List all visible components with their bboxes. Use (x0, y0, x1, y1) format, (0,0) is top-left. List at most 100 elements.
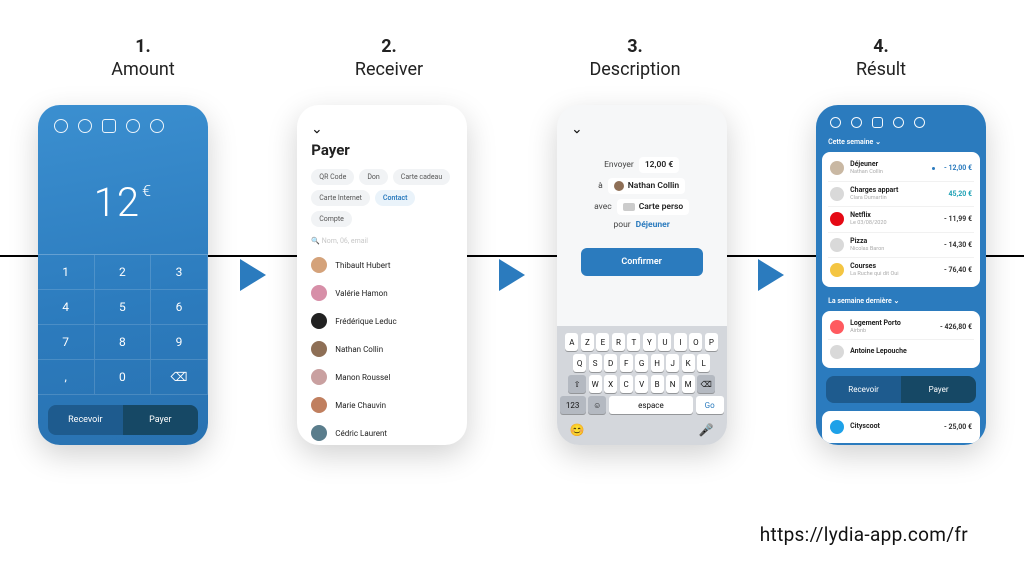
chip-carte-internet[interactable]: Carte Internet (311, 190, 370, 206)
key-E[interactable]: E (596, 333, 609, 351)
chevron-down-icon[interactable]: ⌄ (875, 138, 881, 146)
key-8[interactable]: 8 (95, 325, 152, 360)
key-U[interactable]: U (658, 333, 671, 351)
value-description[interactable]: Déjeuner (636, 220, 670, 230)
pay-button[interactable]: Payer (123, 405, 198, 435)
mic-icon[interactable]: 🎤 (699, 423, 714, 437)
key-⌫[interactable]: ⌫ (151, 360, 208, 395)
nav-icon-2[interactable] (78, 119, 92, 133)
avatar-icon (311, 285, 327, 301)
contact-item[interactable]: Cédric Laurent (311, 419, 453, 445)
pay-button[interactable]: Payer (901, 376, 976, 403)
key-W[interactable]: W (589, 375, 602, 393)
key-S[interactable]: S (589, 354, 602, 372)
transaction-row[interactable]: DéjeunerNathan Collin- 12,00 € (828, 156, 974, 182)
nav-icon-1[interactable] (54, 119, 68, 133)
chip-contact[interactable]: Contact (375, 190, 416, 206)
transaction-row[interactable]: NetflixLe 03/08/2020- 11,99 € (828, 207, 974, 233)
search-placeholder: Nom, 06, email (322, 237, 368, 245)
key-4[interactable]: 4 (38, 290, 95, 325)
nav-icon-2[interactable] (851, 117, 862, 128)
key-M[interactable]: M (682, 375, 695, 393)
key-K[interactable]: K (682, 354, 695, 372)
key-R[interactable]: R (612, 333, 625, 351)
step-4-label: Résult (781, 59, 981, 80)
step-2: 2. Receiver (289, 36, 489, 80)
contact-item[interactable]: Marie Chauvin (311, 391, 453, 419)
back-chevron-icon[interactable]: ⌃ (311, 119, 323, 135)
key-Y[interactable]: Y (643, 333, 656, 351)
key-D[interactable]: D (604, 354, 617, 372)
key-N[interactable]: N (666, 375, 679, 393)
nav-icon-4[interactable] (126, 119, 140, 133)
tx-name: Déjeuner (850, 161, 926, 168)
key-T[interactable]: T (627, 333, 640, 351)
key-F[interactable]: F (620, 354, 633, 372)
transaction-row[interactable]: PizzaNicolas Baron- 14,30 € (828, 233, 974, 259)
key-C[interactable]: C (620, 375, 633, 393)
key-go[interactable]: Go (696, 396, 724, 414)
step-labels: 1. Amount 2. Receiver 3. Description 4. … (0, 36, 1024, 80)
key-O[interactable]: O (689, 333, 702, 351)
key-H[interactable]: H (651, 354, 664, 372)
key-B[interactable]: B (651, 375, 664, 393)
emoji-icon[interactable]: 😊 (570, 423, 585, 437)
back-chevron-icon[interactable]: ⌃ (571, 119, 583, 135)
chip-qr-code[interactable]: QR Code (311, 169, 354, 185)
tx-sub: La Ruche qui dit Oui (850, 272, 938, 278)
key-X[interactable]: X (604, 375, 617, 393)
key-P[interactable]: P (705, 333, 718, 351)
chip-compte[interactable]: Compte (311, 211, 352, 227)
key-⌫[interactable]: ⌫ (697, 375, 715, 393)
chevron-down-icon[interactable]: ⌄ (893, 297, 899, 305)
contact-item[interactable]: Valérie Hamon (311, 279, 453, 307)
key-0[interactable]: 0 (95, 360, 152, 395)
receive-button[interactable]: Recevoir (48, 405, 123, 435)
key-9[interactable]: 9 (151, 325, 208, 360)
search-input[interactable]: 🔍 Nom, 06, email (311, 237, 453, 245)
nav-icon-1[interactable] (830, 117, 841, 128)
key-J[interactable]: J (666, 354, 679, 372)
key-L[interactable]: L (697, 354, 710, 372)
value-amount[interactable]: 12,00 € (639, 157, 679, 173)
key-123[interactable]: 123 (560, 396, 586, 414)
contact-item[interactable]: Nathan Collin (311, 335, 453, 363)
key-Z[interactable]: Z (581, 333, 594, 351)
receive-button[interactable]: Recevoir (826, 376, 901, 403)
key-6[interactable]: 6 (151, 290, 208, 325)
nav-icon-5[interactable] (914, 117, 925, 128)
key-5[interactable]: 5 (95, 290, 152, 325)
value-recipient[interactable]: Nathan Collin (608, 178, 685, 194)
transaction-row[interactable]: CoursesLa Ruche qui dit Oui- 76,40 € (828, 258, 974, 283)
nav-icon-5[interactable] (150, 119, 164, 133)
nav-icon-3[interactable] (872, 117, 883, 128)
nav-icon-4[interactable] (893, 117, 904, 128)
contact-item[interactable]: Manon Roussel (311, 363, 453, 391)
label-send: Envoyer (604, 160, 634, 170)
key-⇧[interactable]: ⇧ (568, 375, 586, 393)
key-,[interactable]: , (38, 360, 95, 395)
key-G[interactable]: G (635, 354, 648, 372)
key-3[interactable]: 3 (151, 255, 208, 290)
transaction-row[interactable]: Antoine Lepouche (828, 340, 974, 364)
key-Q[interactable]: Q (573, 354, 586, 372)
confirm-button[interactable]: Confirmer (581, 248, 703, 276)
key-A[interactable]: A (565, 333, 578, 351)
nav-icon-3[interactable] (102, 119, 116, 133)
chip-carte-cadeau[interactable]: Carte cadeau (393, 169, 450, 185)
key-V[interactable]: V (635, 375, 648, 393)
contact-item[interactable]: Frédérique Leduc (311, 307, 453, 335)
key-I[interactable]: I (674, 333, 687, 351)
transaction-row[interactable]: Cityscoot- 25,00 € (828, 415, 974, 439)
key-2[interactable]: 2 (95, 255, 152, 290)
contact-item[interactable]: Thibault Hubert (311, 251, 453, 279)
transaction-row[interactable]: Charges appartClara Dumartin45,20 € (828, 182, 974, 208)
phones-row: 12€ 123456789,0⌫ Recevoir Payer ⌃ Payer … (0, 95, 1024, 455)
key-7[interactable]: 7 (38, 325, 95, 360)
transaction-row[interactable]: Logement PortoAirbnb- 426,80 € (828, 315, 974, 341)
key-space[interactable]: espace (609, 396, 694, 414)
key-emoji[interactable]: ☺ (588, 396, 606, 414)
value-card[interactable]: Carte perso (617, 199, 690, 215)
key-1[interactable]: 1 (38, 255, 95, 290)
chip-don[interactable]: Don (359, 169, 387, 185)
